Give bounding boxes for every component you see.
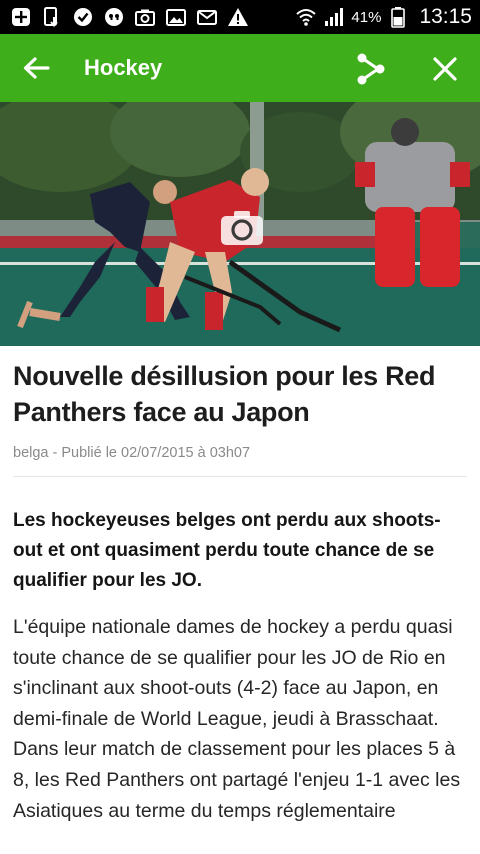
app-bar: Hockey <box>0 34 480 102</box>
photo-gallery-button[interactable] <box>220 210 264 246</box>
battery-percent: 41% <box>351 8 382 26</box>
battery-icon <box>387 6 409 28</box>
camera-icon <box>221 211 263 245</box>
camera-status-icon <box>134 6 156 28</box>
share-icon <box>357 53 385 85</box>
close-icon <box>433 57 457 81</box>
warning-icon <box>227 6 249 28</box>
quote-bubble-icon <box>103 6 125 28</box>
divider <box>13 476 467 477</box>
share-button[interactable] <box>352 50 390 88</box>
article-body: L'équipe nationale dames de hockey a per… <box>13 616 461 822</box>
gallery-icon <box>165 6 187 28</box>
page-title: Hockey <box>84 55 163 80</box>
system-status: 41% 13:15 <box>295 0 472 34</box>
clock: 13:15 <box>419 5 472 28</box>
notification-icons <box>10 0 249 34</box>
signal-icon <box>323 6 345 28</box>
back-button[interactable] <box>18 52 54 84</box>
arrow-left-icon <box>23 57 50 79</box>
add-icon <box>10 6 32 28</box>
check-circle-icon <box>72 6 94 28</box>
article-byline: belga - Publié le 02/07/2015 à 03h07 <box>13 445 251 461</box>
article-photo[interactable] <box>0 102 480 346</box>
close-button[interactable] <box>428 52 462 86</box>
article-lead: Les hockeyeuses belges ont perdu aux sho… <box>13 510 441 591</box>
article-headline: Nouvelle désillusion pour les Red Panthe… <box>13 361 436 427</box>
download-icon <box>41 6 63 28</box>
mail-icon <box>196 6 218 28</box>
status-bar: 41% 13:15 <box>0 0 480 34</box>
wifi-icon <box>295 6 317 28</box>
